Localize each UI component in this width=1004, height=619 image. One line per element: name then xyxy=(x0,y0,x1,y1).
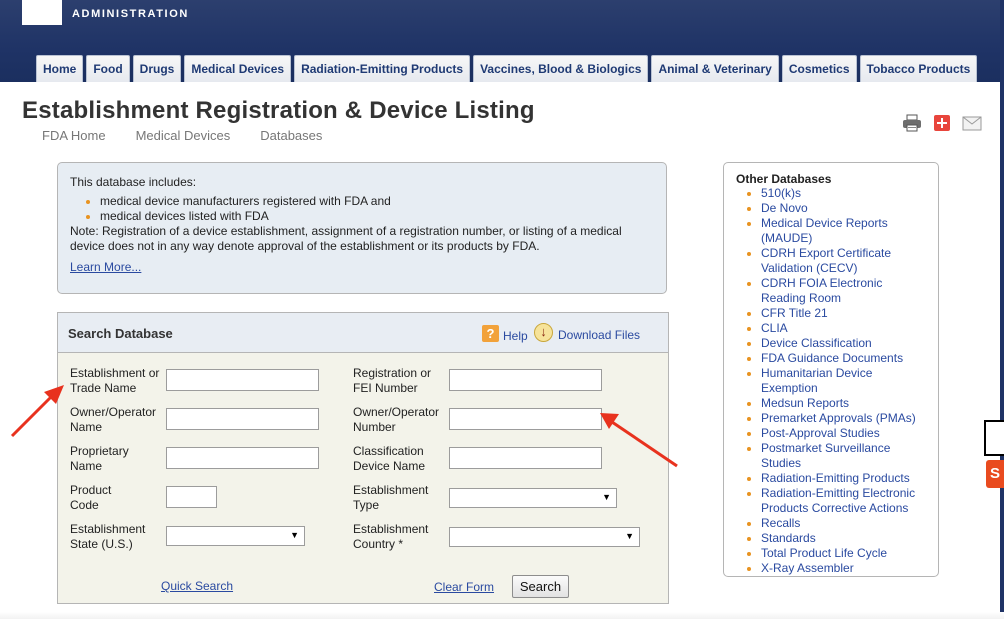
other-databases-title: Other Databases xyxy=(736,172,832,186)
quick-search-link[interactable]: Quick Search xyxy=(161,579,233,593)
chevron-down-icon: ▼ xyxy=(625,531,634,541)
nav-tab-animal-veterinary[interactable]: Animal & Veterinary xyxy=(651,55,779,82)
info-item: medical devices listed with FDA xyxy=(100,209,654,224)
other-db-radiation-corrective[interactable]: Radiation-Emitting Electronic Products C… xyxy=(761,486,926,516)
other-db-postmarket-surveillance[interactable]: Postmarket Surveillance Studies xyxy=(761,441,926,471)
page-title: Establishment Registration & Device List… xyxy=(22,97,535,124)
establishment-state-label: Establishment State (U.S.) xyxy=(70,522,146,551)
agency-name: ADMINISTRATION xyxy=(72,8,189,20)
site-header: ADMINISTRATION Home Food Drugs Medical D… xyxy=(0,0,1004,82)
breadcrumb-databases[interactable]: Databases xyxy=(260,128,322,143)
establishment-type-select[interactable]: ▼ xyxy=(449,488,617,508)
side-widget-logo-icon[interactable]: S xyxy=(986,460,1004,488)
other-db-de-novo[interactable]: De Novo xyxy=(761,201,926,216)
establishment-type-label: Establishment Type xyxy=(353,483,429,512)
nav-tab-food[interactable]: Food xyxy=(86,55,130,82)
side-floating-widget: S xyxy=(984,420,1004,490)
search-title: Search Database xyxy=(68,326,173,341)
establishment-country-label: Establishment Country * xyxy=(353,522,429,551)
other-db-xray-assembler[interactable]: X-Ray Assembler xyxy=(761,561,926,576)
window-edge xyxy=(1000,0,1004,619)
establishment-name-label: Establishment or Trade Name xyxy=(70,366,160,395)
establishment-name-input[interactable] xyxy=(166,369,319,391)
other-db-recalls[interactable]: Recalls xyxy=(761,516,926,531)
info-item: medical device manufacturers registered … xyxy=(100,194,654,209)
main-nav: Home Food Drugs Medical Devices Radiatio… xyxy=(36,55,978,82)
search-panel: Search Database ? Help ↓ Download Files … xyxy=(57,312,669,604)
classification-name-label: Classification Device Name xyxy=(353,444,426,473)
status-strip xyxy=(0,612,1004,619)
nav-tab-medical-devices[interactable]: Medical Devices xyxy=(184,55,292,82)
other-db-device-classification[interactable]: Device Classification xyxy=(761,336,926,351)
database-info-box: This database includes: medical device m… xyxy=(57,162,667,294)
page-tools xyxy=(902,113,982,133)
other-db-pma[interactable]: Premarket Approvals (PMAs) xyxy=(761,411,926,426)
breadcrumb: FDA Home Medical Devices Databases xyxy=(42,128,322,143)
share-icon[interactable] xyxy=(932,113,952,133)
other-db-radiation-emitting[interactable]: Radiation-Emitting Products xyxy=(761,471,926,486)
owner-name-label: Owner/Operator Name xyxy=(70,405,157,434)
classification-name-input[interactable] xyxy=(449,447,602,469)
other-db-guidance[interactable]: FDA Guidance Documents xyxy=(761,351,926,366)
search-panel-header: Search Database ? Help ↓ Download Files xyxy=(58,313,668,353)
other-databases-panel: Other Databases 510(k)s De Novo Medical … xyxy=(723,162,939,577)
proprietary-name-label: Proprietary Name xyxy=(70,444,129,473)
nav-tab-drugs[interactable]: Drugs xyxy=(132,55,182,82)
chevron-down-icon: ▼ xyxy=(602,492,611,502)
info-list: medical device manufacturers registered … xyxy=(70,194,654,224)
other-db-cfr-title-21[interactable]: CFR Title 21 xyxy=(761,306,926,321)
help-label: Help xyxy=(503,329,528,343)
other-db-clia[interactable]: CLIA xyxy=(761,321,926,336)
owner-number-label: Owner/Operator Number xyxy=(353,405,440,434)
download-label: Download Files xyxy=(558,328,641,342)
other-db-maude[interactable]: Medical Device Reports (MAUDE) xyxy=(761,216,926,246)
other-db-standards[interactable]: Standards xyxy=(761,531,926,546)
side-widget-panel[interactable] xyxy=(984,420,1004,456)
info-note: Note: Registration of a device establish… xyxy=(70,224,622,253)
other-db-medsun[interactable]: Medsun Reports xyxy=(761,396,926,411)
download-icon: ↓ xyxy=(534,322,553,342)
breadcrumb-medical-devices[interactable]: Medical Devices xyxy=(136,128,231,143)
chevron-down-icon: ▼ xyxy=(290,530,299,540)
learn-more-link[interactable]: Learn More... xyxy=(70,260,141,275)
other-db-cecv[interactable]: CDRH Export Certificate Validation (CECV… xyxy=(761,246,926,276)
nav-tab-vaccines[interactable]: Vaccines, Blood & Biologics xyxy=(473,55,649,82)
help-icon: ? xyxy=(482,324,499,342)
breadcrumb-fda-home[interactable]: FDA Home xyxy=(42,128,106,143)
download-files-link[interactable]: ↓ Download Files xyxy=(534,322,640,342)
email-icon[interactable] xyxy=(962,113,982,133)
establishment-country-select[interactable]: ▼ xyxy=(449,527,640,547)
other-databases-list: 510(k)s De Novo Medical Device Reports (… xyxy=(736,186,926,576)
help-link[interactable]: ? Help xyxy=(482,323,528,343)
info-intro: This database includes: xyxy=(70,175,197,189)
product-code-input[interactable] xyxy=(166,486,217,508)
nav-tab-tobacco-products[interactable]: Tobacco Products xyxy=(859,55,978,82)
proprietary-name-input[interactable] xyxy=(166,447,319,469)
product-code-label: Product Code xyxy=(70,483,112,512)
owner-number-input[interactable] xyxy=(449,408,602,430)
owner-name-input[interactable] xyxy=(166,408,319,430)
registration-number-label: Registration or FEI Number xyxy=(353,366,432,395)
other-db-tplc[interactable]: Total Product Life Cycle xyxy=(761,546,926,561)
other-db-foia[interactable]: CDRH FOIA Electronic Reading Room xyxy=(761,276,926,306)
search-button[interactable]: Search xyxy=(512,575,569,598)
nav-tab-radiation-emitting-products[interactable]: Radiation-Emitting Products xyxy=(294,55,471,82)
registration-number-input[interactable] xyxy=(449,369,602,391)
other-db-510k[interactable]: 510(k)s xyxy=(761,186,926,201)
establishment-state-select[interactable]: ▼ xyxy=(166,526,305,546)
other-db-hde[interactable]: Humanitarian Device Exemption xyxy=(761,366,926,396)
agency-logo[interactable] xyxy=(22,0,62,25)
clear-form-link[interactable]: Clear Form xyxy=(434,580,494,594)
other-db-post-approval[interactable]: Post-Approval Studies xyxy=(761,426,926,441)
print-icon[interactable] xyxy=(902,113,922,133)
nav-tab-home[interactable]: Home xyxy=(36,55,84,82)
nav-tab-cosmetics[interactable]: Cosmetics xyxy=(781,55,857,82)
